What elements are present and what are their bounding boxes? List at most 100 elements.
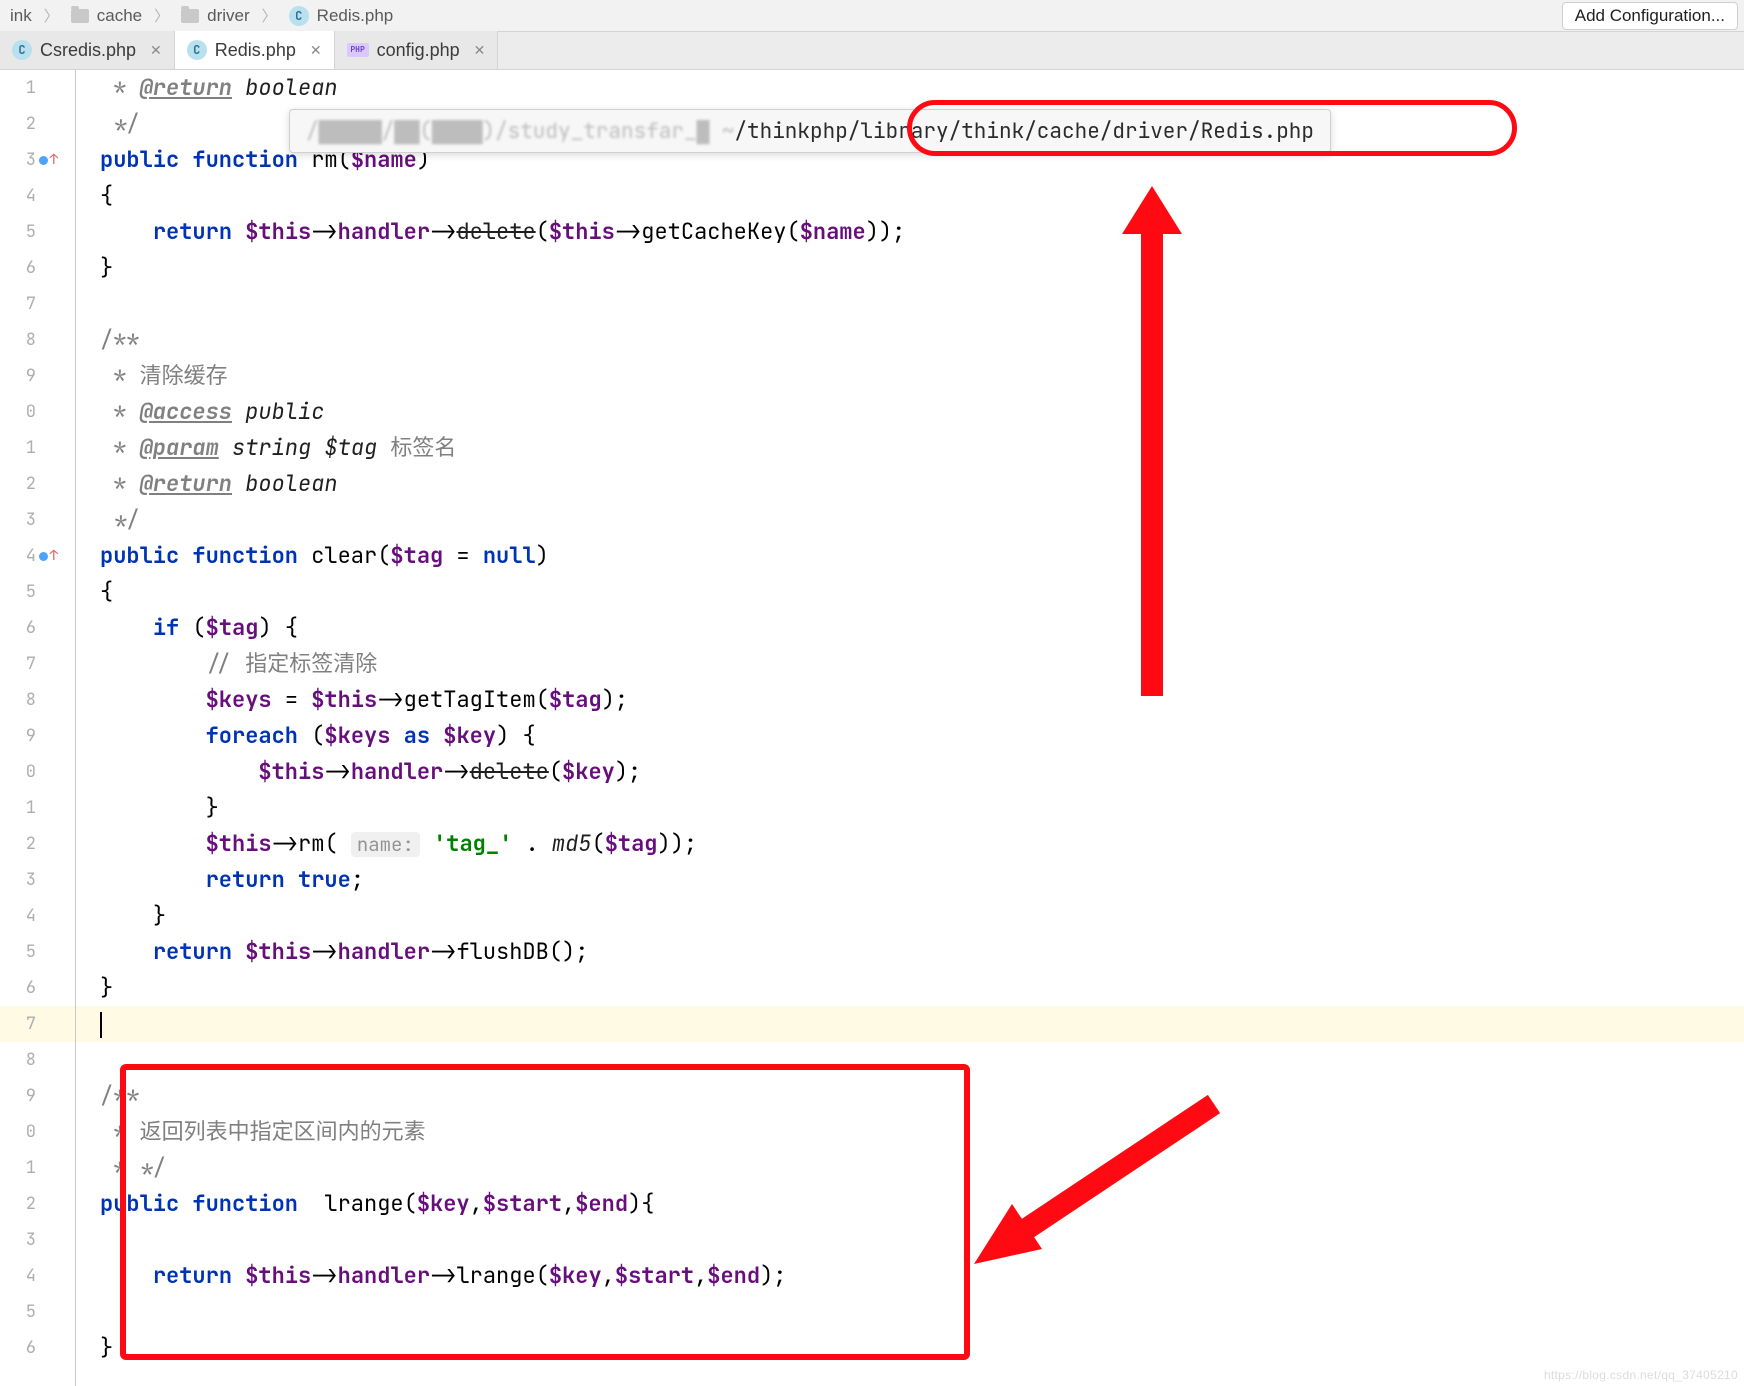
code-content[interactable]: $this->rm( name: 'tag_' . md5($tag)); [60,826,1744,862]
code-line[interactable]: 4 return $this->handler->lrange($key,$st… [0,1258,1744,1294]
code-line[interactable]: 0 * 返回列表中指定区间内的元素 [0,1114,1744,1150]
breadcrumb-item[interactable]: C Redis.php [279,6,404,26]
code-area[interactable]: 1 * @return boolean 2 */ 3↑ public function… [0,70,1744,1386]
code-line[interactable]: 9/** [0,1078,1744,1114]
code-line[interactable]: 7 [0,1006,1744,1042]
code-line[interactable]: 6} [0,970,1744,1006]
code-content[interactable] [60,1042,1744,1078]
code-line[interactable]: 1 * */ [0,1150,1744,1186]
code-content[interactable] [60,286,1744,322]
code-content[interactable]: $keys = $this->getTagItem($tag); [60,682,1744,718]
line-number: 9 [0,1078,60,1114]
close-icon[interactable]: ✕ [474,42,486,59]
line-number: 2 [0,1186,60,1222]
code-content[interactable]: if ($tag) { [60,610,1744,646]
code-line[interactable]: 1 } [0,790,1744,826]
breadcrumb-item[interactable]: ink [0,6,42,26]
code-content[interactable]: } [60,250,1744,286]
code-line[interactable]: 8/** [0,322,1744,358]
code-content[interactable]: */ [60,502,1744,538]
line-number: 1 [0,430,60,466]
code-line[interactable]: 4 } [0,898,1744,934]
line-number: 8 [0,322,60,358]
code-content[interactable] [60,1006,1744,1042]
code-content[interactable]: * @return boolean [60,70,1744,106]
code-line[interactable]: 5{ [0,574,1744,610]
code-content[interactable]: return $this->handler->flushDB(); [60,934,1744,970]
code-line[interactable]: 9 foreach ($keys as $key) { [0,718,1744,754]
code-content[interactable]: } [60,898,1744,934]
code-content[interactable]: } [60,970,1744,1006]
code-content[interactable] [60,1222,1744,1258]
code-content[interactable]: * 返回列表中指定区间内的元素 [60,1114,1744,1150]
breadcrumb-label: driver [207,6,250,26]
code-content[interactable]: return $this->handler->lrange($key,$star… [60,1258,1744,1294]
code-content[interactable]: * @param string $tag 标签名 [60,430,1744,466]
code-content[interactable]: * @return boolean [60,466,1744,502]
tab-config[interactable]: PHP config.php ✕ [335,31,499,69]
code-line[interactable]: 2public function lrange($key,$start,$end… [0,1186,1744,1222]
line-number: 4↑ [0,538,60,574]
code-line[interactable]: 2 $this->rm( name: 'tag_' . md5($tag)); [0,826,1744,862]
breadcrumb-item[interactable]: cache [61,6,152,26]
code-content[interactable]: } [60,790,1744,826]
close-icon[interactable]: ✕ [310,42,322,59]
code-line[interactable]: 3 */ [0,502,1744,538]
code-line[interactable]: 7 [0,286,1744,322]
line-number: 1 [0,1150,60,1186]
code-content[interactable]: // 指定标签清除 [60,646,1744,682]
tab-csredis[interactable]: C Csredis.php ✕ [0,31,175,69]
add-configuration-button[interactable]: Add Configuration... [1562,2,1738,30]
code-line[interactable]: 3 [0,1222,1744,1258]
code-line[interactable]: 1 * @return boolean [0,70,1744,106]
code-line[interactable]: 8 [0,1042,1744,1078]
code-content[interactable]: { [60,178,1744,214]
code-line[interactable]: 2 * @return boolean [0,466,1744,502]
code-line[interactable]: 6} [0,250,1744,286]
line-number: 5 [0,934,60,970]
code-content[interactable]: foreach ($keys as $key) { [60,718,1744,754]
code-line[interactable]: 9 * 清除缓存 [0,358,1744,394]
code-editor[interactable]: 1 * @return boolean 2 */ 3↑ public function… [0,70,1744,1386]
code-content[interactable]: * @access public [60,394,1744,430]
line-number: 1 [0,790,60,826]
code-content[interactable]: public function lrange($key,$start,$end)… [60,1186,1744,1222]
code-content[interactable]: /** [60,322,1744,358]
code-line[interactable]: 5 [0,1294,1744,1330]
code-content[interactable] [60,1294,1744,1330]
close-icon[interactable]: ✕ [150,42,162,59]
code-content[interactable]: { [60,574,1744,610]
code-content[interactable]: /** [60,1078,1744,1114]
code-content[interactable]: return true; [60,862,1744,898]
folding-gutter [60,70,76,1386]
code-line[interactable]: 5 return $this->handler->delete($this->g… [0,214,1744,250]
vcs-dot-icon [39,156,48,165]
code-content[interactable]: * 清除缓存 [60,358,1744,394]
code-line[interactable]: 7 // 指定标签清除 [0,646,1744,682]
code-line[interactable]: 6 if ($tag) { [0,610,1744,646]
code-line[interactable]: 3 return true; [0,862,1744,898]
tab-redis[interactable]: C Redis.php ✕ [175,31,335,69]
code-line[interactable]: 8 $keys = $this->getTagItem($tag); [0,682,1744,718]
code-line[interactable]: 0 $this->handler->delete($key); [0,754,1744,790]
line-number: 5 [0,1294,60,1330]
code-line[interactable]: 5 return $this->handler->flushDB(); [0,934,1744,970]
breadcrumb-label: ink [10,6,32,26]
code-content[interactable]: } [60,1330,1744,1366]
code-line[interactable]: 1 * @param string $tag 标签名 [0,430,1744,466]
text-caret [100,1012,102,1038]
code-line[interactable]: 4↑public function clear($tag = null) [0,538,1744,574]
code-content[interactable]: return $this->handler->delete($this->get… [60,214,1744,250]
code-line[interactable]: 0 * @access public [0,394,1744,430]
line-number: 4 [0,1258,60,1294]
code-content[interactable]: $this->handler->delete($key); [60,754,1744,790]
breadcrumb-item[interactable]: driver [171,6,260,26]
line-number: 3↑ [0,142,60,178]
code-line[interactable]: 6} [0,1330,1744,1366]
chevron-right-icon: 〉 [152,5,171,26]
code-line[interactable]: 4{ [0,178,1744,214]
code-content[interactable]: public function clear($tag = null) [60,538,1744,574]
code-content[interactable]: * */ [60,1150,1744,1186]
chevron-right-icon: 〉 [42,5,61,26]
line-number: 0 [0,394,60,430]
